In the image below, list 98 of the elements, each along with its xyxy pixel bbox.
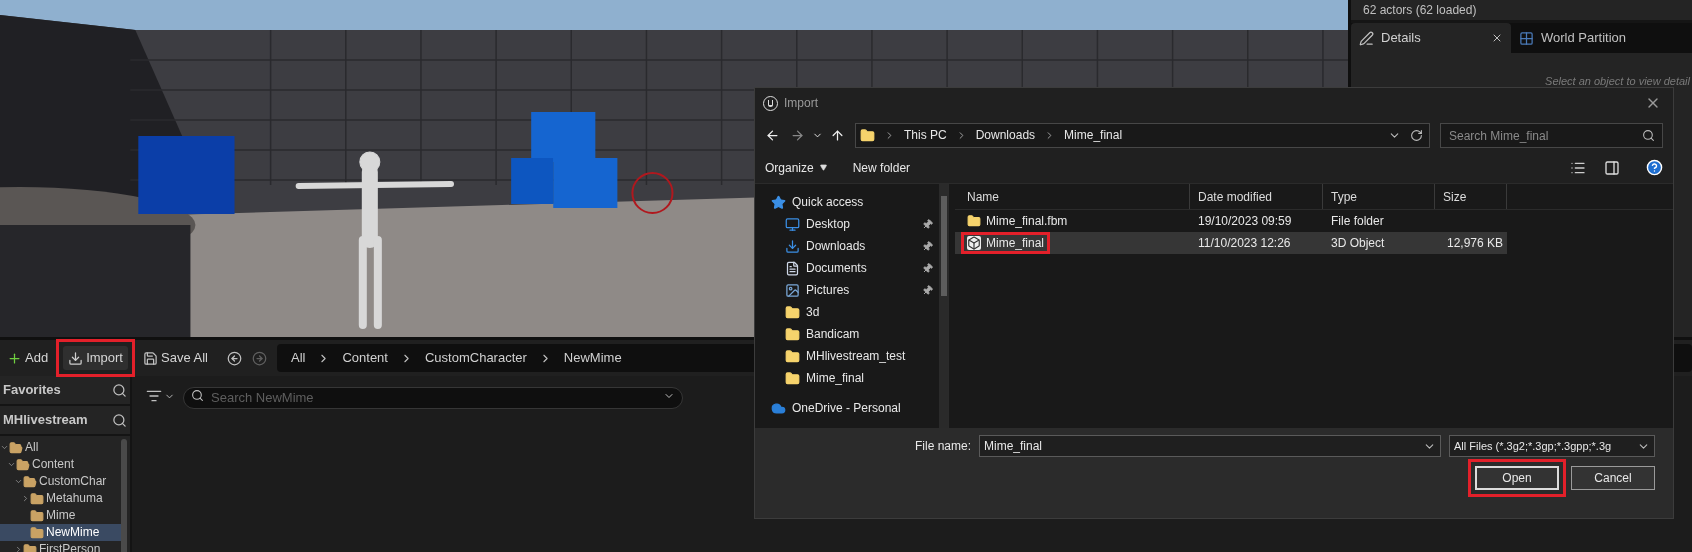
forward-icon[interactable]: [251, 350, 267, 366]
scrollbar[interactable]: [939, 184, 948, 428]
navigation-item[interactable]: 3d: [755, 301, 939, 323]
download-icon: [785, 238, 800, 254]
scrollbar[interactable]: [121, 439, 127, 552]
source-header[interactable]: Favorites: [0, 376, 130, 406]
path-segment[interactable]: This PC: [904, 126, 947, 144]
navigation-item[interactable]: Bandicam: [755, 323, 939, 345]
folder-tree-item[interactable]: All: [0, 439, 121, 456]
file-name: Mime_final: [986, 235, 1045, 252]
navigation-item[interactable]: Desktop: [755, 213, 939, 235]
folder-icon: [9, 440, 23, 455]
breadcrumb-item[interactable]: CustomCharacter: [424, 348, 527, 368]
refresh-icon[interactable]: [1410, 128, 1423, 142]
navigation-item[interactable]: Documents: [755, 257, 939, 279]
toolbar-button[interactable]: Import: [63, 346, 128, 370]
monitor-icon: [785, 216, 800, 232]
filter-icon[interactable]: [146, 388, 162, 404]
path-segment[interactable]: Mime_final: [1064, 126, 1123, 144]
picture-icon: [785, 282, 800, 298]
plus-icon: [7, 350, 22, 366]
toolbar-button[interactable]: Add: [2, 346, 54, 370]
column-header[interactable]: Type: [1323, 184, 1435, 209]
toolbar-button[interactable]: Save All: [138, 346, 213, 370]
import-icon: [68, 350, 84, 366]
document-icon: [785, 260, 800, 276]
file-name-field[interactable]: Mime_final: [979, 435, 1441, 457]
forward-icon[interactable]: [790, 127, 805, 143]
folder-tree-item[interactable]: Metahuma: [0, 490, 121, 507]
search-icon: [191, 389, 204, 402]
column-header[interactable]: Size: [1435, 184, 1507, 209]
folder-icon: [860, 127, 875, 143]
panel-tab[interactable]: Details: [1351, 23, 1511, 53]
path-segment[interactable]: Downloads: [975, 126, 1036, 144]
file-name: Mime_final.fbm: [986, 213, 1068, 230]
back-icon[interactable]: [765, 127, 780, 143]
cloud-icon: [771, 400, 786, 416]
file-row[interactable]: Mime_final 11/10/2023 12:26 3D Object 12,976 KB: [955, 232, 1507, 254]
breadcrumb-item[interactable]: Content: [342, 348, 388, 368]
breadcrumb-item[interactable]: All: [290, 348, 306, 368]
preview-pane-icon[interactable]: [1604, 159, 1620, 176]
close-icon[interactable]: [1491, 32, 1503, 44]
search-icon[interactable]: [112, 412, 127, 428]
folder-icon: [30, 525, 44, 540]
dialog-button[interactable]: Open: [1475, 466, 1559, 490]
source-header[interactable]: MHlivestream: [0, 406, 130, 436]
empty-details-message: Select an object to view detail: [1545, 74, 1690, 89]
panel-tab[interactable]: World Partition: [1511, 23, 1634, 53]
navigation-item[interactable]: MHlivestream_test: [755, 345, 939, 367]
navigation-item[interactable]: Downloads: [755, 235, 939, 257]
column-header[interactable]: Name: [955, 184, 1190, 209]
file-row[interactable]: Mime_final.fbm 19/10/2023 09:59 File folder: [955, 210, 1507, 232]
file-type-dropdown[interactable]: All Files (*.3g2;*.3gp;*.3gpp;*.3g: [1449, 435, 1655, 457]
address-bar[interactable]: This PC Downloads Mime_final: [855, 122, 1430, 148]
folder-tree-item[interactable]: Content: [0, 456, 121, 473]
navigation-item[interactable]: Pictures: [755, 279, 939, 301]
pencil-icon: [1359, 30, 1374, 46]
folder-tree-item[interactable]: Mime: [0, 507, 121, 524]
dialog-button[interactable]: Cancel: [1571, 466, 1655, 490]
folder-icon: [785, 370, 800, 386]
folder-tree-item[interactable]: NewMime: [0, 524, 121, 541]
folder-icon: [785, 326, 800, 342]
search-field[interactable]: Search NewMime: [183, 386, 683, 409]
search-icon: [1642, 128, 1655, 142]
search-icon[interactable]: [112, 382, 127, 398]
navigation-item[interactable]: Mime_final: [755, 367, 939, 389]
folder-icon: [785, 304, 800, 320]
dialog-title: Import: [784, 95, 819, 112]
folder-icon: [30, 491, 44, 506]
help-icon[interactable]: [1646, 159, 1663, 176]
dropdown-arrow-icon: [819, 164, 827, 171]
file-date: 19/10/2023 09:59: [1197, 213, 1293, 230]
outliner-status-bar: 62 actors (62 loaded): [1351, 0, 1692, 20]
file-type: File folder: [1330, 213, 1385, 230]
folder-tree-item[interactable]: CustomChar: [0, 473, 121, 490]
up-icon[interactable]: [830, 127, 845, 143]
navigation-item[interactable]: OneDrive - Personal: [755, 397, 939, 419]
folder-icon: [23, 474, 37, 489]
cube-file-icon: [967, 236, 981, 250]
toolbar-button[interactable]: Organize: [765, 158, 827, 177]
search-field[interactable]: Search Mime_final: [1440, 123, 1663, 148]
breadcrumb-item[interactable]: NewMime: [563, 348, 622, 368]
file-date: 11/10/2023 12:26: [1197, 235, 1292, 252]
folder-icon: [967, 214, 981, 228]
back-icon[interactable]: [226, 350, 242, 366]
folder-icon: [785, 348, 800, 364]
folder-icon: [23, 542, 37, 552]
folder-icon: [30, 508, 44, 523]
file-name-label: File name:: [914, 438, 971, 455]
save-icon: [143, 350, 158, 366]
folder-icon: [16, 457, 30, 472]
file-type: 3D Object: [1330, 235, 1386, 252]
file-size: 12,976 KB: [1445, 235, 1504, 252]
grid-icon: [1519, 30, 1534, 46]
toolbar-button[interactable]: New folder: [852, 158, 911, 177]
navigation-item[interactable]: Quick access: [755, 191, 939, 213]
star-icon: [771, 194, 786, 210]
column-header[interactable]: Date modified: [1190, 184, 1323, 209]
